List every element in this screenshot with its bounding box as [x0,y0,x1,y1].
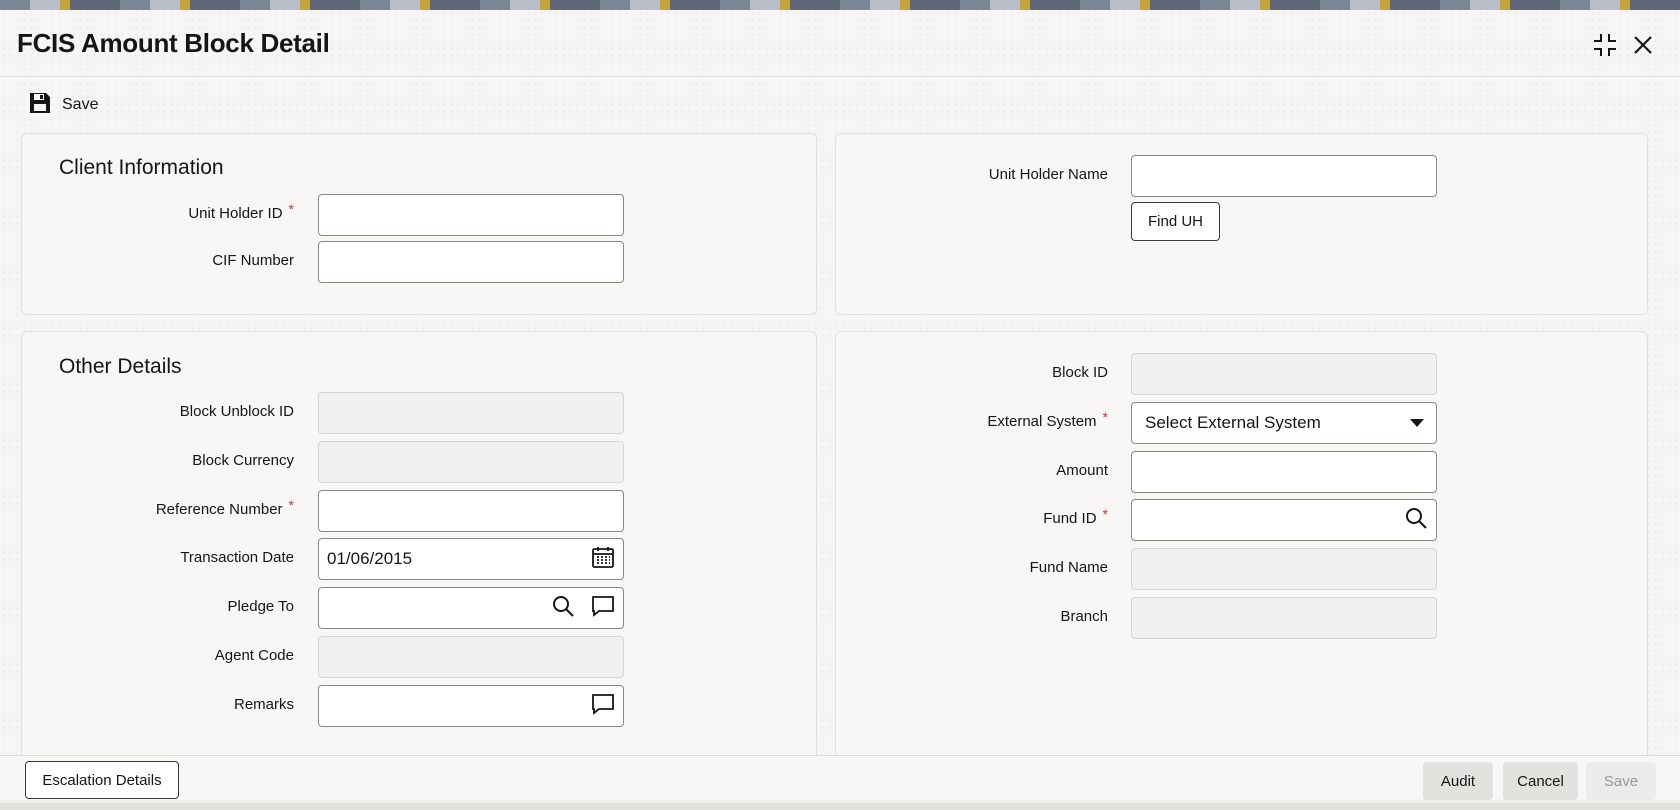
required-marker: * [288,201,294,217]
fund-id-input[interactable] [1131,499,1437,541]
amount-block-window: FCIS Amount Block Detail Save Client Inf… [0,10,1680,810]
external-system-select[interactable]: Select External System [1131,402,1437,444]
remarks-input[interactable] [318,685,624,727]
unit-holder-id-input[interactable] [318,194,624,236]
search-icon[interactable] [1404,506,1428,535]
bottom-strip [0,803,1680,810]
title-divider [0,76,1680,77]
required-marker: * [1102,506,1108,522]
unit-holder-id-label: Unit Holder ID * [188,201,294,222]
unit-holder-name-input[interactable] [1131,155,1437,197]
cif-number-label: CIF Number [212,252,294,269]
close-icon[interactable] [1628,30,1658,60]
floppy-disk-icon [28,91,52,120]
transaction-date-label: Transaction Date [180,549,294,566]
block-unblock-id-field [318,392,624,434]
fund-id-label: Fund ID * [1043,506,1108,527]
reference-number-input[interactable] [318,490,624,532]
remarks-label: Remarks [233,696,294,713]
block-currency-field [318,441,624,483]
audit-button[interactable]: Audit [1423,762,1493,800]
unit-holder-name-panel: Unit Holder Name Find UH [835,133,1648,315]
toolbar-save-button[interactable]: Save [28,90,98,120]
cancel-button[interactable]: Cancel [1503,762,1578,800]
other-details-title: Other Details [59,355,182,378]
required-marker: * [1102,409,1108,425]
branch-label: Branch [1060,608,1108,625]
block-unblock-id-label: Block Unblock ID [179,403,294,420]
client-information-title: Client Information [59,156,224,179]
block-details-panel: Block ID External System * Select Externa… [835,331,1648,761]
cif-number-input[interactable] [318,241,624,283]
page-title: FCIS Amount Block Detail [17,28,330,58]
pledge-to-label: Pledge To [227,598,294,615]
block-id-label: Block ID [1052,364,1108,381]
required-marker: * [288,497,294,513]
minimize-icon[interactable] [1590,30,1620,60]
escalation-details-button[interactable]: Escalation Details [25,761,179,799]
agent-code-label: Agent Code [214,647,294,664]
block-currency-label: Block Currency [192,452,294,469]
amount-label: Amount [1056,462,1108,479]
external-system-label: External System * [987,409,1108,430]
comment-icon[interactable] [591,594,615,623]
find-uh-button[interactable]: Find UH [1131,202,1220,241]
unit-holder-name-label: Unit Holder Name [988,166,1108,183]
fund-name-field [1131,548,1437,590]
fund-name-label: Fund Name [1029,559,1108,576]
reference-number-label: Reference Number * [155,497,294,518]
footer-bar: Escalation Details Audit Cancel Save [0,755,1680,800]
block-id-field [1131,353,1437,395]
client-information-panel: Client Information Unit Holder ID * CIF N… [21,133,817,315]
branch-field [1131,597,1437,639]
agent-code-field [318,636,624,678]
footer-save-button[interactable]: Save [1586,762,1656,800]
toolbar-save-label: Save [62,96,99,113]
chevron-down-icon [1410,413,1424,433]
other-details-panel: Other Details Block Unblock ID Block Cur… [21,331,817,761]
calendar-icon[interactable] [591,545,615,574]
transaction-date-input[interactable]: 01/06/2015 [318,538,624,580]
external-system-selected-value: Select External System [1145,413,1321,432]
search-icon[interactable] [551,594,575,623]
amount-input[interactable] [1131,451,1437,493]
transaction-date-value: 01/06/2015 [327,549,413,568]
comment-icon[interactable] [591,692,615,721]
top-banner-strip [0,0,1680,10]
pledge-to-input[interactable] [318,587,624,629]
